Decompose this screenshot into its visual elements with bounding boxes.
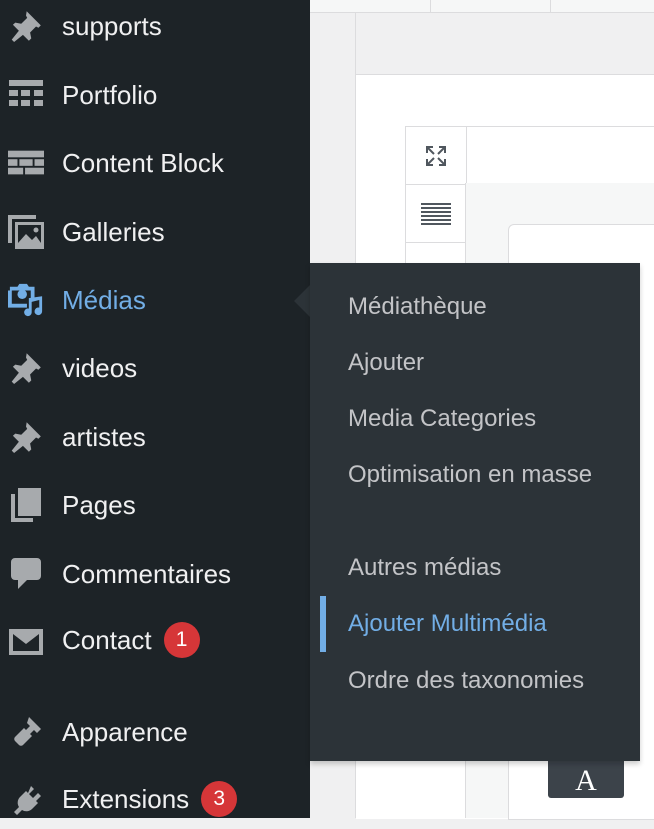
sidebar-item-medias[interactable]: Médias [0, 272, 310, 328]
lines-icon [421, 202, 451, 225]
admin-sidebar: supports Portfolio Content Block Galleri… [0, 0, 310, 818]
sidebar-item-label: Pages [62, 489, 136, 520]
pages-icon [8, 487, 44, 523]
sidebar-item-pages[interactable]: Pages [0, 477, 310, 533]
plugin-icon [8, 783, 44, 819]
submenu-item-mediatheque[interactable]: Médiathèque [348, 288, 628, 325]
sidebar-item-commentaires[interactable]: Commentaires [0, 546, 310, 602]
font-button-label: A [575, 764, 597, 797]
submenu-item-ordre-taxonomies[interactable]: Ordre des taxonomies [348, 662, 628, 699]
editor-toolbar [465, 126, 654, 185]
fullscreen-button[interactable] [406, 127, 466, 185]
text-format-button[interactable] [406, 185, 466, 243]
editor-tool-column [405, 126, 467, 268]
editor-top-strip [310, 0, 654, 13]
sidebar-item-label: artistes [62, 421, 146, 452]
medias-submenu: Médiathèque Ajouter Media Categories Opt… [310, 263, 640, 761]
pin-icon [8, 350, 44, 386]
pin-icon [8, 419, 44, 455]
submenu-item-ajouter-multimedia[interactable]: Ajouter Multimédia [348, 605, 628, 642]
top-strip-divider [430, 0, 431, 12]
mail-icon [8, 624, 44, 660]
submenu-item-ajouter[interactable]: Ajouter [348, 344, 628, 381]
sidebar-item-label: Commentaires [62, 558, 232, 589]
notification-badge: 1 [163, 622, 200, 658]
gallery-icon [8, 214, 44, 250]
sidebar-item-content-block[interactable]: Content Block [0, 135, 310, 191]
sidebar-item-label: Portfolio [62, 79, 158, 110]
sidebar-item-supports[interactable]: supports [0, 0, 310, 54]
sidebar-item-extensions[interactable]: Extensions 3 [0, 773, 310, 829]
comment-icon [8, 556, 44, 592]
sidebar-item-label: videos [62, 352, 138, 383]
submenu-item-optimisation[interactable]: Optimisation en masse [348, 456, 628, 493]
top-strip-divider [550, 0, 551, 12]
submenu-item-autres-medias[interactable]: Autres médias [348, 549, 628, 586]
sidebar-item-label: Content Block [62, 147, 224, 178]
sidebar-item-label: Extensions 3 [62, 781, 238, 819]
notification-badge: 3 [201, 781, 238, 817]
extensions-label-text: Extensions [62, 783, 190, 814]
sidebar-item-portfolio[interactable]: Portfolio [0, 67, 310, 123]
sidebar-item-label: Contact 1 [62, 622, 200, 660]
sidebar-item-label: supports [62, 10, 162, 41]
expand-icon [426, 145, 446, 166]
brush-icon [8, 714, 44, 750]
current-item-indicator [320, 596, 326, 652]
sidebar-item-label: Galleries [62, 216, 165, 247]
sidebar-item-galleries[interactable]: Galleries [0, 204, 310, 260]
flyout-pointer [294, 285, 310, 317]
sidebar-item-videos[interactable]: videos [0, 340, 310, 396]
media-icon [8, 282, 44, 318]
content-block-icon [8, 145, 44, 181]
pin-icon [8, 8, 44, 44]
sidebar-item-artistes[interactable]: artistes [0, 409, 310, 465]
sidebar-item-apparence[interactable]: Apparence [0, 704, 310, 760]
contact-label-text: Contact [62, 624, 152, 655]
portfolio-icon [8, 77, 44, 113]
sidebar-item-label: Apparence [62, 716, 188, 747]
submenu-item-media-categories[interactable]: Media Categories [348, 400, 628, 437]
sidebar-item-label: Médias [62, 284, 146, 315]
sidebar-item-contact[interactable]: Contact 1 [0, 614, 310, 670]
